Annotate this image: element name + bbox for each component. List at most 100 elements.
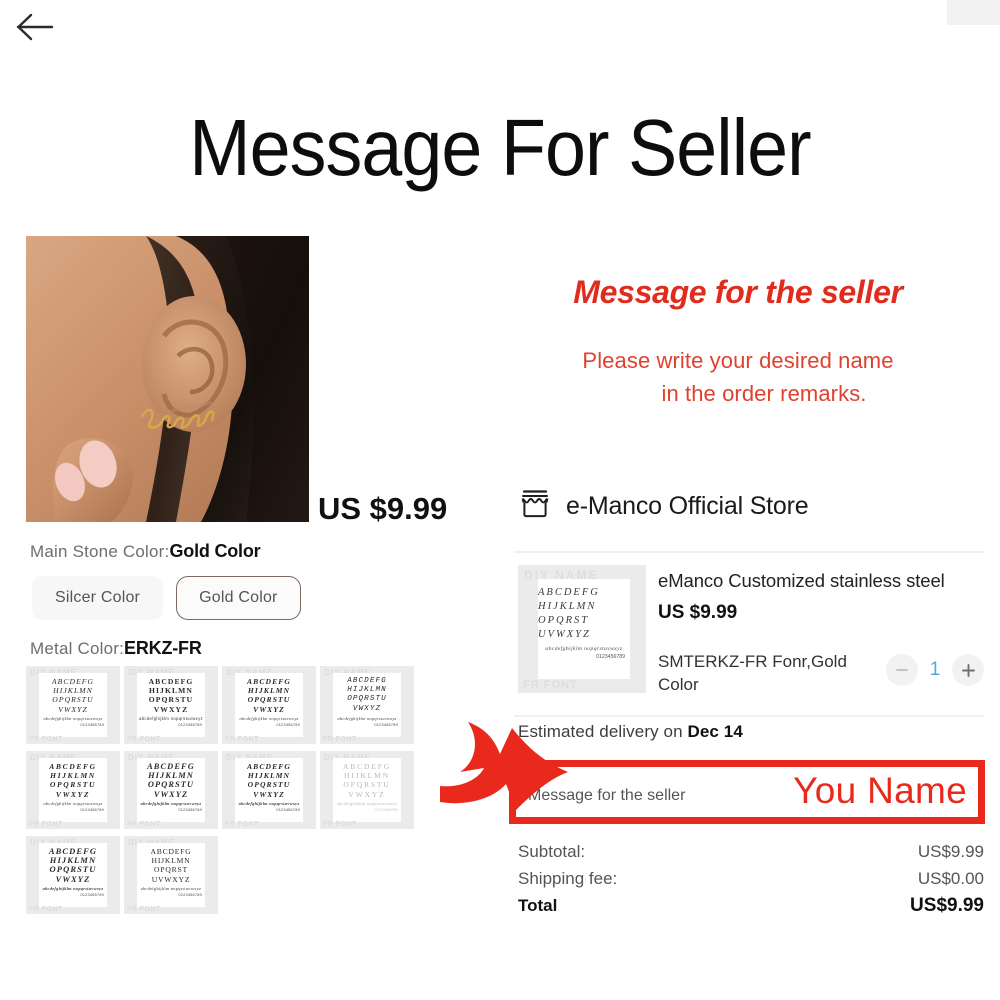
- swatch-lowercase: abcdefghijklm nopqrstuvwxyz: [140, 800, 202, 806]
- thumb-lowercase: abcdefghijklm nopqrstuvwxyz: [545, 646, 623, 652]
- swatch-digits: 0123456789: [374, 722, 398, 728]
- swatch-digits: 0123456789: [178, 722, 202, 728]
- callout-title: Message for the seller: [573, 274, 903, 310]
- thumb-fr-label: FR FONT: [523, 679, 578, 691]
- swatch-fr-label: FR FONT: [323, 821, 357, 828]
- swatch-uppercase: ABCDEFG HIJKLMN OPQRSTU VWXYZ: [247, 762, 291, 799]
- subtotal-value: US$9.99: [917, 842, 984, 861]
- swatch-inner: ABCDEFG HIJKLMN OPQRSTU VWXYZ abcdefghij…: [235, 673, 303, 737]
- quantity-increase-button[interactable]: [952, 654, 984, 686]
- delivery-date: Dec 14: [687, 722, 743, 741]
- quantity-decrease-button[interactable]: [886, 654, 918, 686]
- font-swatch-option[interactable]: DIY NAME ABCDEFG HIJKLMN OPQRSTU VWXYZ a…: [320, 666, 414, 744]
- color-option-buttons: Silcer Color Gold Color: [32, 576, 301, 620]
- page-title: Message For Seller: [189, 103, 811, 192]
- quantity-stepper: 1: [886, 654, 984, 686]
- swatch-uppercase: ABCDEFG HIJKLMN OPQRSTU VWXYZ: [49, 762, 97, 799]
- swatch-lowercase: abcdefghijklm nopqrstuvwxyz: [337, 715, 397, 721]
- total-value: US$9.99: [910, 895, 984, 916]
- swatch-fr-label: FR FONT: [225, 821, 259, 828]
- swatch-lowercase: abcdefghijklm nopqrstuvwxyz: [43, 715, 103, 721]
- main-stone-color-value: Gold Color: [169, 541, 261, 561]
- swatch-lowercase: abcdefghijklm nopqrstuvwxyz: [238, 800, 300, 806]
- shipping-fee-label: Shipping fee:: [518, 869, 618, 888]
- product-title[interactable]: eManco Customized stainless steel: [658, 570, 945, 592]
- page-root: Message For Seller US $9.99 Main Stone C…: [0, 0, 1000, 1000]
- swatch-uppercase: ABCDEFG HIJKLMN OPQRSTU VWXYZ: [247, 677, 291, 714]
- totals-row: Shipping fee: US$0.00: [518, 865, 984, 892]
- product-price: US $9.99: [658, 602, 738, 623]
- divider-top: [514, 551, 984, 553]
- order-totals: Subtotal: US$9.99 Shipping fee: US$0.00 …: [518, 838, 984, 919]
- font-swatch-option[interactable]: DIY NAME ABCDEFG HIJKLMN OPQRSTU VWXYZ a…: [222, 751, 316, 829]
- product-thumbnail[interactable]: DIY NAME ABCDEFG HIJKLMN OPQRST UVWXYZ a…: [518, 565, 646, 693]
- swatch-inner: ABCDEFG HIJKLMN OPQRSTU VWXYZ abcdefghij…: [235, 758, 303, 822]
- swatch-uppercase: ABCDEFG HIJKLMN OPQRSTU VWXYZ: [148, 677, 194, 714]
- main-stone-color-row: Main Stone Color:Gold Color: [30, 541, 261, 562]
- product-photo[interactable]: [26, 236, 309, 522]
- totals-row: Subtotal: US$9.99: [518, 838, 984, 865]
- swatch-lowercase: abcdefghijklm nopqrstuvwxyz: [43, 800, 103, 806]
- swatch-uppercase: ABCDEFG HIJKLMN OPQRSTU VWXYZ: [48, 846, 98, 884]
- swatch-inner: ABCDEFG HIJKLMN OPQRSTU VWXYZ abcdefghij…: [39, 843, 107, 907]
- font-swatch-option[interactable]: DIY NAME ABCDEFG HIJKLMN OPQRSTU VWXYZ a…: [26, 836, 120, 914]
- swatch-digits: 0123456789: [80, 807, 104, 813]
- font-swatch-option[interactable]: DIY NAME ABCDEFG HIJKLMN OPQRSTU VWXYZ a…: [222, 666, 316, 744]
- back-arrow-icon[interactable]: [14, 10, 54, 44]
- product-price-large: US $9.99: [318, 491, 448, 526]
- swatch-inner: ABCDEFG HIJKLMN OPQRSTU VWXYZ abcdefghij…: [39, 673, 107, 737]
- metal-color-value: ERKZ-FR: [124, 638, 202, 658]
- font-swatch-option[interactable]: DIY NAME ABCDEFG HIJKLMN OPQRST UVWXYZ a…: [124, 836, 218, 914]
- font-swatch-option[interactable]: DIY NAME ABCDEFG HIJKLMN OPQRSTU VWXYZ a…: [26, 751, 120, 829]
- swatch-fr-label: FR FONT: [29, 906, 63, 913]
- color-option-gold[interactable]: Gold Color: [176, 576, 301, 620]
- swatch-lowercase: abcdefghijklm nopqrstuvwxyz: [140, 885, 202, 891]
- estimated-delivery: Estimated delivery on Dec 14: [518, 722, 743, 742]
- swatch-fr-label: FR FONT: [127, 736, 161, 743]
- swatch-digits: 0123456789: [178, 892, 202, 898]
- thumb-inner: ABCDEFG HIJKLMN OPQRST UVWXYZ abcdefghij…: [538, 579, 630, 679]
- swatch-fr-label: FR FONT: [127, 821, 161, 828]
- message-for-seller-value[interactable]: You Name: [793, 770, 967, 812]
- swatch-digits: 0123456789: [80, 722, 104, 728]
- swatch-uppercase: ABCDEFG HIJKLMN OPQRSTU VWXYZ: [51, 677, 95, 714]
- color-option-silver[interactable]: Silcer Color: [32, 576, 164, 620]
- font-swatch-option[interactable]: DIY NAME ABCDEFG HIJKLMN OPQRSTU VWXYZ a…: [320, 751, 414, 829]
- callout-subtext: Please write your desired name in the or…: [498, 344, 978, 410]
- font-swatch-option[interactable]: DIY NAME ABCDEFG HIJKLMN OPQRSTU VWXYZ a…: [26, 666, 120, 744]
- main-stone-color-label: Main Stone Color:: [30, 542, 170, 561]
- product-photo-illustration: [26, 236, 309, 522]
- swatch-digits: 0123456789: [374, 807, 398, 813]
- swatch-digits: 0123456789: [80, 892, 104, 898]
- message-for-seller-label: Message for the seller: [528, 787, 686, 804]
- swatch-fr-label: FR FONT: [225, 736, 259, 743]
- swatch-fr-label: FR FONT: [127, 906, 161, 913]
- swatch-uppercase: ABCDEFG HIJKLMN OPQRST UVWXYZ: [150, 847, 192, 884]
- swatch-inner: ABCDEFG HIJKLMN OPQRSTU VWXYZ abcdefghij…: [39, 758, 107, 822]
- store-name: e-Manco Official Store: [566, 492, 809, 520]
- swatch-inner: ABCDEFG HIJKLMN OPQRSTU VWXYZ abcdefghij…: [333, 758, 401, 822]
- metal-color-label: Metal Color:: [30, 639, 125, 658]
- message-for-seller-box[interactable]: Message for the seller You Name: [509, 760, 985, 824]
- callout-line-2: in the order remarks.: [661, 381, 867, 406]
- swatch-lowercase: abcdefghijklm nopqrstuvwxyz: [139, 715, 203, 721]
- font-swatch-option[interactable]: DIY NAME ABCDEFG HIJKLMN OPQRSTU VWXYZ a…: [124, 751, 218, 829]
- minus-icon: [896, 669, 908, 671]
- swatch-fr-label: FR FONT: [29, 821, 63, 828]
- swatch-inner: ABCDEFG HIJKLMN OPQRSTU VWXYZ abcdefghij…: [333, 673, 401, 737]
- total-label: Total: [518, 896, 558, 915]
- swatch-uppercase: ABCDEFG HIJKLMN OPQRSTU VWXYZ: [147, 762, 195, 799]
- swatch-digits: 0123456789: [276, 807, 300, 813]
- swatch-lowercase: abcdefghijklm nopqrstuvwxyz: [239, 715, 299, 721]
- swatch-uppercase: ABCDEFG HIJKLMN OPQRSTU VWXYZ: [347, 677, 387, 713]
- swatch-inner: ABCDEFG HIJKLMN OPQRST UVWXYZ abcdefghij…: [137, 843, 205, 907]
- swatch-digits: 0123456789: [276, 722, 300, 728]
- font-swatch-option[interactable]: DIY NAME ABCDEFG HIJKLMN OPQRSTU VWXYZ a…: [124, 666, 218, 744]
- swatch-lowercase: abcdefghijklm nopqrstuvwxyz: [336, 800, 398, 806]
- store-icon: [518, 487, 552, 526]
- store-row[interactable]: e-Manco Official Store: [518, 487, 809, 526]
- thumb-digits: 0123456789: [596, 654, 625, 661]
- delivery-prefix: Estimated delivery on: [518, 722, 688, 741]
- top-right-placeholder: [947, 0, 1000, 25]
- swatch-fr-label: FR FONT: [29, 736, 63, 743]
